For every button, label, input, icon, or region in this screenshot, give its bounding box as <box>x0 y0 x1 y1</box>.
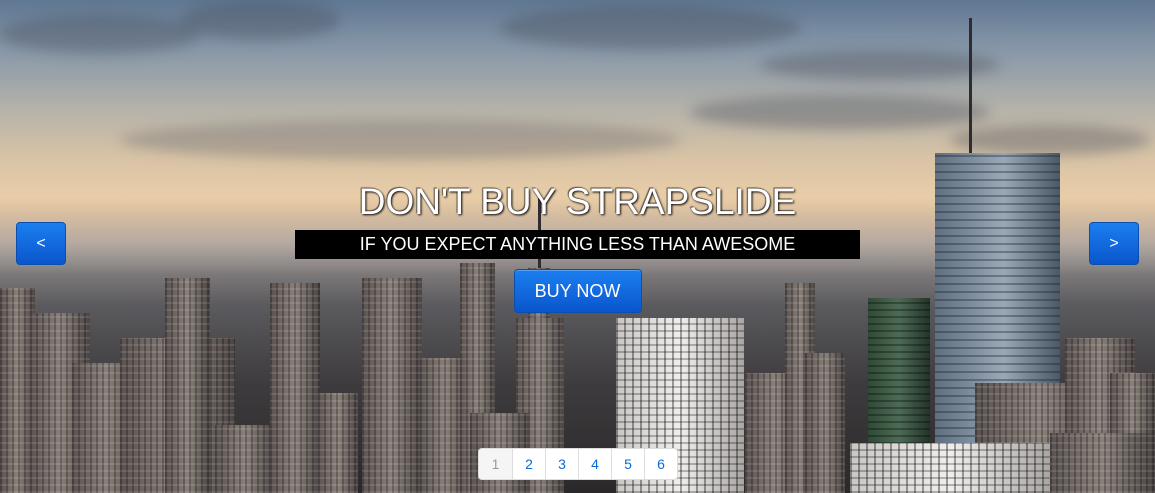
slide-pagination: 1 2 3 4 5 6 <box>478 448 678 480</box>
pagination-page-4[interactable]: 4 <box>578 449 611 479</box>
slide-caption: DON'T BUY STRAPSLIDE IF YOU EXPECT ANYTH… <box>0 180 1155 313</box>
slide-headline: DON'T BUY STRAPSLIDE <box>358 181 797 222</box>
slide-subheadline: IF YOU EXPECT ANYTHING LESS THAN AWESOME <box>295 230 860 259</box>
chevron-right-icon: > <box>1109 235 1119 252</box>
pagination-page-1[interactable]: 1 <box>479 449 512 479</box>
buy-now-button[interactable]: BUY NOW <box>513 269 642 313</box>
pagination-page-3[interactable]: 3 <box>545 449 578 479</box>
pagination-page-5[interactable]: 5 <box>611 449 644 479</box>
previous-slide-button[interactable]: < <box>16 222 66 265</box>
pagination-page-6[interactable]: 6 <box>644 449 677 479</box>
chevron-left-icon: < <box>36 235 46 252</box>
image-slider: DON'T BUY STRAPSLIDE IF YOU EXPECT ANYTH… <box>0 0 1155 493</box>
pagination-page-2[interactable]: 2 <box>512 449 545 479</box>
next-slide-button[interactable]: > <box>1089 222 1139 265</box>
